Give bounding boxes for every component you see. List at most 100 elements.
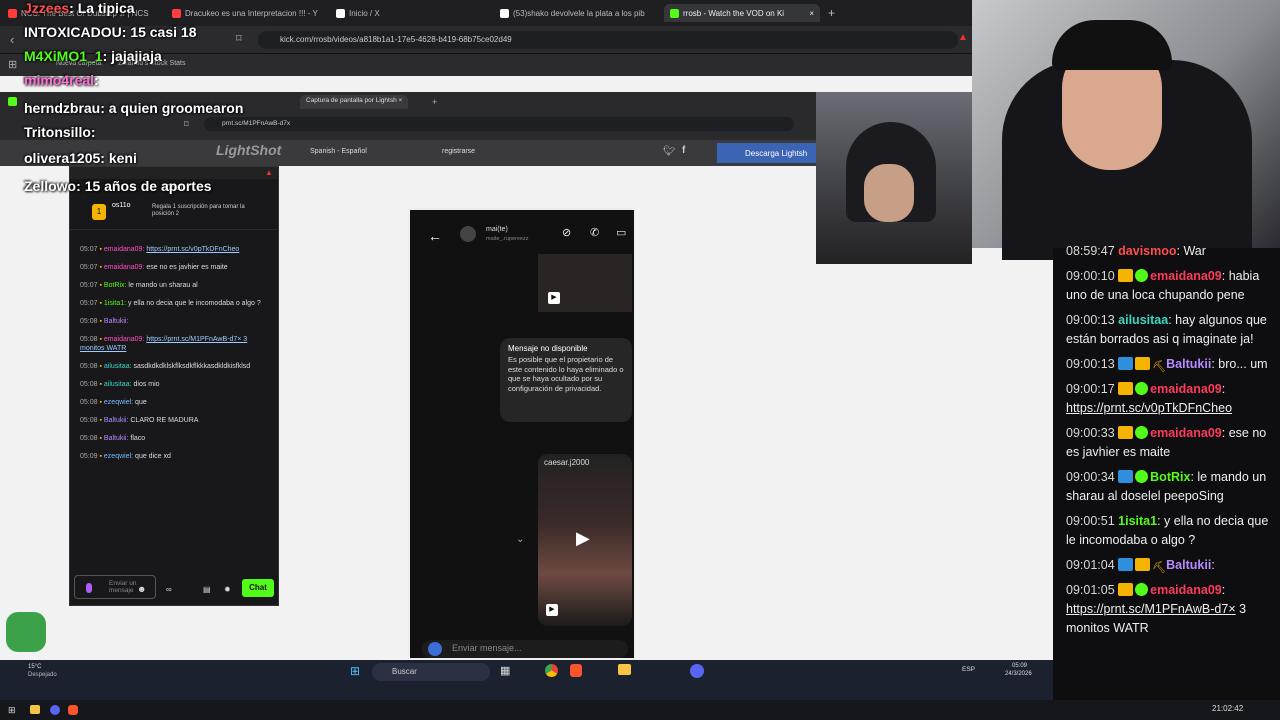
browser-tab[interactable]: Dracukeo es una Interpretacion !!! - Y xyxy=(172,4,322,22)
overlay-user: Jzzees xyxy=(24,0,70,16)
new-tab-button[interactable]: + xyxy=(828,6,835,20)
message-user[interactable]: Baltukii: xyxy=(104,417,129,424)
inner-new-tab[interactable]: + xyxy=(432,97,437,107)
instagram-dm-screenshot: ← mai(te) maite_.rupereezz ⊘ ✆ ▭ ▶ Mensa… xyxy=(408,208,636,660)
weather-temp[interactable]: 15°C xyxy=(28,664,41,670)
browser-tab[interactable]: Inicio / X xyxy=(336,4,486,22)
folder-icon[interactable] xyxy=(30,705,40,714)
browser-tab[interactable]: rrosb - Watch the VOD on Ki × xyxy=(664,4,820,22)
start-icon[interactable]: ⊞ xyxy=(350,664,360,678)
message-user[interactable]: ailusitaa xyxy=(1118,313,1168,327)
emoji-icon[interactable]: ☻ xyxy=(137,584,146,594)
discord-icon[interactable] xyxy=(50,705,60,715)
back-arrow-icon[interactable]: ← xyxy=(428,228,442,244)
crown-badge-icon xyxy=(1118,269,1134,282)
message-user[interactable]: BotRix: xyxy=(104,282,127,289)
chat-message: 09:00:17 emaidana09: https://prnt.sc/v0p… xyxy=(1066,382,1233,415)
message-text[interactable]: https://prnt.sc/v0pTkDFnCheo xyxy=(146,246,239,253)
message-input[interactable]: Enviar mensaje... xyxy=(422,640,628,658)
twitter-icon[interactable]: 🐦︎ xyxy=(663,146,676,157)
browser-tab[interactable]: (53)shako devolvele la plata a los pib xyxy=(500,4,650,22)
phone-icon[interactable]: ✆ xyxy=(590,226,599,239)
message-user[interactable]: ailusitaa: xyxy=(104,363,132,370)
bookmark-icon[interactable]: ⌑ xyxy=(236,32,242,45)
message-time: 05:07 xyxy=(80,300,98,307)
host-clock[interactable]: 21:02:42 xyxy=(1212,704,1243,713)
taskbar-search[interactable]: Buscar xyxy=(372,663,490,681)
weather-desc[interactable]: Despejado xyxy=(28,672,57,678)
rewards-icon[interactable]: ▲ xyxy=(958,32,968,43)
brave-icon[interactable] xyxy=(68,705,78,715)
video-icon[interactable]: ▭ xyxy=(616,226,626,239)
close-icon[interactable]: × xyxy=(809,9,814,18)
message-user[interactable]: Baltukii xyxy=(1166,357,1211,371)
rewards-icon[interactable]: ▲ xyxy=(265,168,273,177)
message-user[interactable]: BotRix xyxy=(1150,470,1190,484)
message-text: CLARO RE MADURA xyxy=(130,417,199,424)
message-user[interactable]: emaidana09 xyxy=(1150,382,1222,396)
facebook-icon[interactable]: f xyxy=(682,145,685,156)
message-time: 08:59:47 xyxy=(1066,244,1115,258)
message-user[interactable]: Baltukii: xyxy=(104,435,129,442)
taskview-icon[interactable]: ▦ xyxy=(500,664,510,677)
share-icon[interactable]: ⌄ xyxy=(516,534,524,545)
chat-message: 09:00:51 1isita1: y ella no decia que le… xyxy=(1066,514,1269,547)
message-text[interactable]: https://prnt.sc/M1PFnAwB-d7× xyxy=(1066,602,1236,616)
inner-url-field[interactable]: prnt.sc/M1PFnAwB-d7x xyxy=(204,117,794,131)
chat-message: 05:08 ▪ emaidana09: https://prnt.sc/M1PF… xyxy=(70,334,278,354)
infinity-icon[interactable]: ∞ xyxy=(166,585,172,594)
inner-bookmark-icon[interactable]: ⌑ xyxy=(184,119,189,130)
language-select[interactable]: Spanish - Español xyxy=(310,148,367,155)
brave-icon[interactable] xyxy=(570,664,582,677)
camera-icon[interactable] xyxy=(428,642,442,656)
register-link[interactable]: registrarse xyxy=(442,148,475,155)
clock-date[interactable]: 24/3/2026 xyxy=(1005,671,1032,677)
shared-reel[interactable]: caesar.j2000 ▶ ▶ xyxy=(538,454,632,626)
chrome-icon[interactable] xyxy=(545,664,558,677)
message-user[interactable]: emaidana09 xyxy=(1150,583,1222,597)
start-icon[interactable]: ⊞ xyxy=(8,705,16,716)
gift-sub-note[interactable]: Regala 1 suscripción para tomar la posic… xyxy=(152,204,252,218)
unavailable-message: Mensaje no disponible Es posible que el … xyxy=(500,338,632,422)
folder-icon[interactable] xyxy=(618,664,631,675)
close-icon[interactable]: × xyxy=(399,97,403,104)
message-user[interactable]: ailusitaa: xyxy=(104,381,132,388)
message-user[interactable]: 1isita1: xyxy=(104,300,126,307)
url-field[interactable]: kick.com/rrosb/videos/a818b1a1-17e5-4628… xyxy=(258,31,958,49)
mic-icon[interactable] xyxy=(86,583,92,593)
message-text: que xyxy=(135,399,147,406)
message-user[interactable]: emaidana09 xyxy=(1150,269,1222,283)
back-icon[interactable]: ‹ xyxy=(10,32,14,47)
tab-favicon-icon xyxy=(336,8,345,18)
message-user[interactable]: emaidana09: xyxy=(104,264,144,271)
tab-favicon-icon xyxy=(8,8,17,18)
clock-time[interactable]: 05:09 xyxy=(1012,663,1027,669)
message-time: 09:00:51 xyxy=(1066,514,1115,528)
send-chat-button[interactable]: Chat xyxy=(242,579,274,597)
overlay-user: INTOXICADOU xyxy=(24,24,122,40)
inner-tab[interactable]: Captura de pantalla por Lightsh × xyxy=(300,95,409,109)
message-user[interactable]: ezeqwiel: xyxy=(104,399,133,406)
apps-icon[interactable]: ⊞ xyxy=(8,58,17,71)
discord-icon[interactable] xyxy=(690,664,704,678)
gift-icon[interactable]: ▤ xyxy=(203,585,211,594)
language-indicator[interactable]: ESP xyxy=(962,666,975,673)
message-user[interactable]: davismoo xyxy=(1118,244,1176,258)
message-text[interactable]: https://prnt.sc/v0pTkDFnCheo xyxy=(1066,401,1232,415)
link-icon[interactable]: ⊘ xyxy=(562,226,571,239)
message-time: 09:01:04 xyxy=(1066,558,1115,572)
settings-icon[interactable]: ✹ xyxy=(224,585,231,594)
face xyxy=(864,164,914,222)
play-icon[interactable]: ▶ xyxy=(576,528,590,549)
message-user[interactable]: 1isita1 xyxy=(1118,514,1157,528)
overlay-user: Tritonsillo xyxy=(24,124,91,140)
message-user[interactable]: Baltukii: xyxy=(104,318,129,325)
message-user[interactable]: emaidana09: xyxy=(104,336,144,343)
message-user[interactable]: ezeqwiel: xyxy=(104,453,133,460)
message-text: sasdkdkdklskflksdkflkkkasdkldkisfklsd xyxy=(133,363,251,370)
download-button[interactable]: Descarga Lightsh xyxy=(717,143,816,163)
message-user[interactable]: Baltukii xyxy=(1166,558,1211,572)
message-user[interactable]: emaidana09 xyxy=(1150,426,1222,440)
message-user[interactable]: emaidana09: xyxy=(104,246,144,253)
vod-chat: 08:59:47 davismoo: War 09:00:10 emaidana0… xyxy=(1053,244,1280,698)
